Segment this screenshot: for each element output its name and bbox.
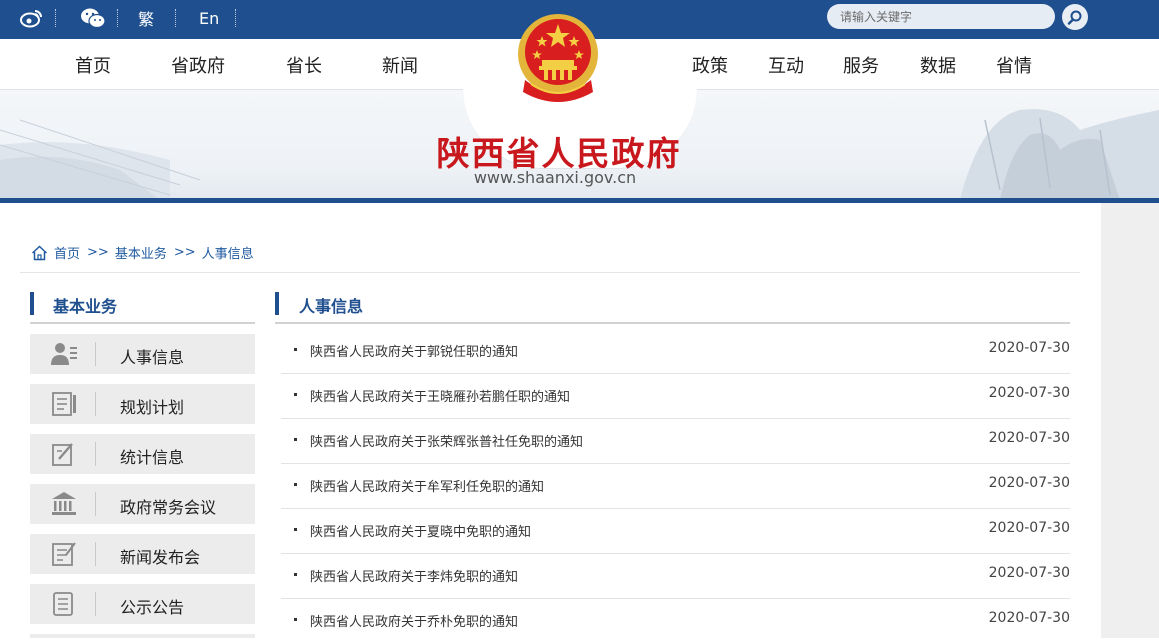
divider <box>235 9 236 27</box>
article-date: 2020-07-30 <box>988 385 1070 401</box>
list-item[interactable]: 陕西省人民政府关于夏晓中免职的通知 2020-07-30 <box>281 509 1070 554</box>
article-date: 2020-07-30 <box>988 475 1070 491</box>
breadcrumb-current[interactable]: 人事信息 <box>202 243 254 262</box>
article-title[interactable]: 陕西省人民政府关于王晓雁孙若鹏任职的通知 <box>310 386 570 405</box>
document-list-icon <box>50 391 78 417</box>
sidebar-item-label: 人事信息 <box>120 348 185 367</box>
article-date: 2020-07-30 <box>988 430 1070 446</box>
bullet-icon <box>294 348 297 351</box>
bullet-icon <box>294 618 297 621</box>
bullet-icon <box>294 528 297 531</box>
sidebar-item-label: 政府常务会议 <box>120 498 217 517</box>
breadcrumb-divider <box>20 272 1080 273</box>
right-gutter <box>1101 203 1159 638</box>
person-card-icon <box>50 341 78 367</box>
divider <box>95 342 96 366</box>
breadcrumb-section[interactable]: 基本业务 <box>115 243 167 262</box>
article-title[interactable]: 陕西省人民政府关于牟军利任免职的通知 <box>310 476 544 495</box>
nav-item-news[interactable]: 新闻 <box>382 52 418 78</box>
sidebar-item-label: 新闻发布会 <box>120 548 201 567</box>
heading-accent-bar <box>275 292 279 315</box>
breadcrumb-separator: >> <box>173 245 196 260</box>
sidebar-item-public-notice[interactable]: 公示公告 <box>30 584 255 624</box>
sidebar-item-statistics[interactable]: 统计信息 <box>30 434 255 474</box>
search-icon <box>1067 10 1082 25</box>
notice-doc-icon <box>50 591 78 617</box>
divider <box>117 9 118 27</box>
sidebar-heading: 基本业务 <box>30 292 255 324</box>
list-item[interactable]: 陕西省人民政府关于郭锐任职的通知 2020-07-30 <box>281 329 1070 374</box>
sidebar-item-label: 公示公告 <box>120 598 185 617</box>
nav-item-province-government[interactable]: 省政府 <box>171 52 225 78</box>
nav-item-governor[interactable]: 省长 <box>286 52 322 78</box>
main-heading-text: 人事信息 <box>299 297 364 316</box>
sidebar-item-next[interactable] <box>30 634 255 638</box>
sidebar-item-press-conference[interactable]: 新闻发布会 <box>30 534 255 574</box>
nav-item-interaction[interactable]: 互动 <box>768 52 804 78</box>
nav-item-home[interactable]: 首页 <box>75 52 111 78</box>
national-emblem-icon[interactable] <box>513 10 603 108</box>
breadcrumb: 首页 >> 基本业务 >> 人事信息 <box>31 243 258 262</box>
article-date: 2020-07-30 <box>988 565 1070 581</box>
nav-item-service[interactable]: 服务 <box>843 52 879 78</box>
article-title[interactable]: 陕西省人民政府关于夏晓中免职的通知 <box>310 521 531 540</box>
site-url: www.shaanxi.gov.cn <box>473 168 637 187</box>
list-item[interactable]: 陕西省人民政府关于李炜免职的通知 2020-07-30 <box>281 554 1070 599</box>
bullet-icon <box>294 393 297 396</box>
divider <box>95 592 96 616</box>
nav-item-policy[interactable]: 政策 <box>692 52 728 78</box>
article-date: 2020-07-30 <box>988 520 1070 536</box>
sidebar-item-label: 统计信息 <box>120 448 185 467</box>
divider <box>95 542 96 566</box>
nav-item-province-info[interactable]: 省情 <box>996 52 1032 78</box>
sidebar-item-executive-meeting[interactable]: 政府常务会议 <box>30 484 255 524</box>
heading-accent-bar <box>30 292 34 315</box>
wechat-icon[interactable] <box>80 0 106 36</box>
divider <box>95 442 96 466</box>
bullet-icon <box>294 573 297 576</box>
article-title[interactable]: 陕西省人民政府关于乔朴免职的通知 <box>310 611 518 630</box>
article-date: 2020-07-30 <box>988 610 1070 626</box>
weibo-icon[interactable] <box>20 0 44 36</box>
breadcrumb-home[interactable]: 首页 <box>54 243 80 262</box>
sidebar-item-planning[interactable]: 规划计划 <box>30 384 255 424</box>
divider <box>175 9 176 27</box>
breadcrumb-separator: >> <box>87 245 109 260</box>
article-title[interactable]: 陕西省人民政府关于张荣辉张普社任免职的通知 <box>310 431 583 450</box>
edit-note-icon <box>50 441 78 467</box>
article-title[interactable]: 陕西省人民政府关于李炜免职的通知 <box>310 566 518 585</box>
list-item[interactable]: 陕西省人民政府关于张荣辉张普社任免职的通知 2020-07-30 <box>281 419 1070 464</box>
list-item[interactable]: 陕西省人民政府关于王晓雁孙若鹏任职的通知 2020-07-30 <box>281 374 1070 419</box>
banner-stripe <box>0 198 1159 203</box>
nav-item-data[interactable]: 数据 <box>920 52 956 78</box>
bullet-icon <box>294 438 297 441</box>
bullet-icon <box>294 483 297 486</box>
sidebar-item-personnel-info[interactable]: 人事信息 <box>30 334 255 374</box>
divider <box>55 9 56 27</box>
divider <box>95 392 96 416</box>
search-button[interactable] <box>1062 4 1088 30</box>
search-input[interactable] <box>827 4 1055 29</box>
home-icon[interactable] <box>31 244 48 261</box>
sidebar-heading-text: 基本业务 <box>53 297 118 316</box>
sidebar-item-label: 规划计划 <box>120 398 185 417</box>
list-item[interactable]: 陕西省人民政府关于牟军利任免职的通知 2020-07-30 <box>281 464 1070 509</box>
main-heading: 人事信息 <box>275 292 1070 324</box>
traditional-chinese-link[interactable]: 繁 <box>138 0 154 36</box>
article-title[interactable]: 陕西省人民政府关于郭锐任职的通知 <box>310 341 518 360</box>
news-edit-icon <box>50 541 78 567</box>
article-date: 2020-07-30 <box>988 340 1070 356</box>
english-link[interactable]: En <box>199 0 219 36</box>
government-building-icon <box>50 491 78 517</box>
list-item[interactable]: 陕西省人民政府关于乔朴免职的通知 2020-07-30 <box>281 599 1070 644</box>
divider <box>95 492 96 516</box>
